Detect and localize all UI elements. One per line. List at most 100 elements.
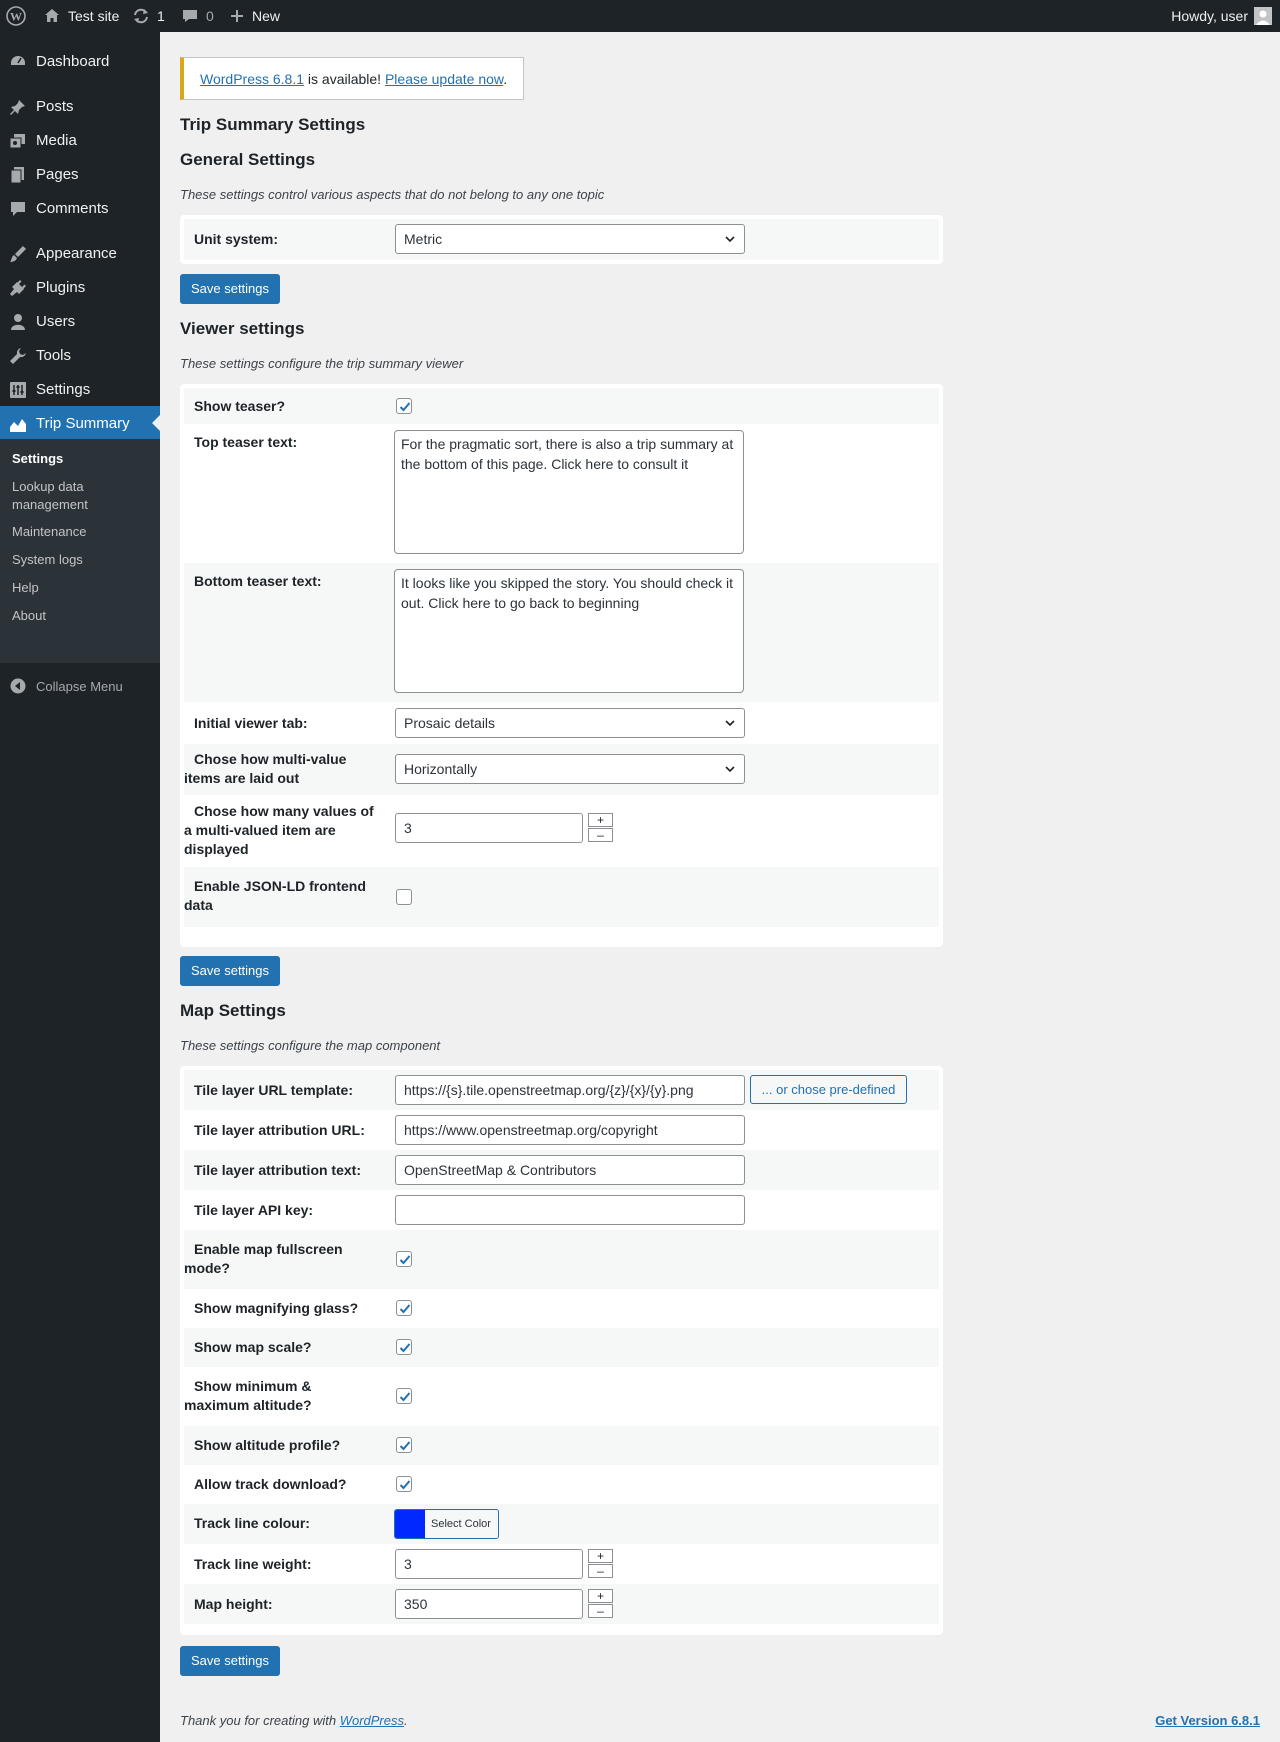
- comment-icon: [181, 7, 199, 25]
- map-scale-checkbox[interactable]: [396, 1339, 412, 1355]
- checkmark-icon: [399, 1343, 411, 1353]
- track-weight-input[interactable]: 3: [395, 1549, 583, 1579]
- chevron-down-icon: [725, 720, 735, 727]
- dashboard-icon: [11, 56, 25, 65]
- save-general-button[interactable]: Save settings: [180, 274, 280, 304]
- altitude-profile-checkbox[interactable]: [396, 1437, 412, 1453]
- layout-value: Horizontally: [404, 761, 478, 777]
- plug-icon: [10, 280, 26, 296]
- sidebar-item-settings[interactable]: Settings: [0, 372, 160, 406]
- submenu-item-about[interactable]: About: [12, 607, 152, 625]
- track-weight-spinner: + –: [588, 1549, 613, 1579]
- save-map-button[interactable]: Save settings: [180, 1646, 280, 1676]
- increment-button[interactable]: +: [588, 813, 613, 827]
- attribution-text-input[interactable]: OpenStreetMap & Contributors: [395, 1155, 745, 1185]
- sidebar-item-dashboard[interactable]: Dashboard: [0, 44, 160, 78]
- sidebar-item-users[interactable]: Users: [0, 304, 160, 338]
- sidebar-item-comments[interactable]: Comments: [0, 191, 160, 225]
- update-now-link[interactable]: Please update now: [385, 71, 503, 87]
- min-max-altitude-checkbox[interactable]: [396, 1388, 412, 1404]
- track-download-checkbox[interactable]: [396, 1476, 412, 1492]
- show-teaser-label: Show teaser?: [194, 398, 286, 414]
- sidebar-item-plugins[interactable]: Plugins: [0, 270, 160, 304]
- values-count-label: Chose how many values of a multi-valued …: [184, 803, 374, 857]
- jsonld-checkbox[interactable]: [396, 889, 412, 905]
- sidebar-item-pages[interactable]: Pages: [0, 157, 160, 191]
- sidebar-item-label: Pages: [36, 165, 79, 183]
- map-height-spinner: + –: [588, 1589, 613, 1619]
- map-height-input[interactable]: 350: [395, 1589, 583, 1619]
- sidebar-item-trip-summary[interactable]: Trip Summary: [0, 406, 160, 440]
- footer-end: .: [404, 1713, 408, 1728]
- sidebar-item-label: Plugins: [36, 278, 86, 296]
- show-teaser-checkbox[interactable]: [396, 398, 412, 414]
- tile-url-label: Tile layer URL template:: [194, 1082, 353, 1098]
- magnifying-checkbox[interactable]: [396, 1300, 412, 1316]
- show-teaser-row: Show teaser?: [184, 388, 939, 424]
- submenu-item-settings[interactable]: Settings: [12, 450, 152, 468]
- site-name-link[interactable]: Test site: [43, 0, 119, 32]
- fullscreen-checkbox[interactable]: [396, 1251, 412, 1267]
- sidebar-item-label: Dashboard: [36, 52, 110, 70]
- layout-label: Chose how multi-value items are laid out: [184, 751, 347, 786]
- attribution-url-input[interactable]: https://www.openstreetmap.org/copyright: [395, 1115, 745, 1145]
- map-height-label: Map height:: [194, 1596, 273, 1612]
- wordpress-version-link[interactable]: WordPress 6.8.1: [200, 71, 304, 87]
- submenu-item-lookup-data[interactable]: Lookup data management: [12, 478, 112, 514]
- sidebar-item-tools[interactable]: Tools: [0, 338, 160, 372]
- chevron-down-icon: [725, 766, 735, 773]
- wordpress-logo-icon[interactable]: W: [6, 0, 26, 32]
- pages-icon: [10, 167, 24, 184]
- updates-icon: [132, 7, 150, 25]
- general-settings-heading: General Settings: [180, 150, 316, 169]
- sidebar-item-posts[interactable]: Posts: [0, 89, 160, 123]
- collapse-menu-button[interactable]: Collapse Menu: [0, 672, 160, 700]
- submenu-item-maintenance[interactable]: Maintenance: [12, 523, 152, 541]
- values-count-row: Chose how many values of a multi-valued …: [184, 795, 939, 867]
- new-content-link[interactable]: New: [229, 0, 280, 32]
- initial-tab-value: Prosaic details: [404, 715, 496, 731]
- unit-system-row: Unit system: Metric: [184, 219, 939, 260]
- save-viewer-button[interactable]: Save settings: [180, 956, 280, 986]
- decrement-button[interactable]: –: [588, 1604, 613, 1618]
- comments-link[interactable]: 0: [181, 0, 214, 32]
- sidebar-item-media[interactable]: Media: [0, 123, 160, 157]
- unit-system-label: Unit system:: [194, 231, 279, 247]
- checkmark-icon: [399, 1392, 411, 1402]
- initial-tab-select[interactable]: Prosaic details: [395, 708, 745, 738]
- api-key-label: Tile layer API key:: [194, 1202, 314, 1218]
- api-key-input[interactable]: [395, 1195, 745, 1225]
- fullscreen-row: Enable map fullscreen mode?: [184, 1230, 939, 1289]
- increment-button[interactable]: +: [588, 1589, 613, 1603]
- wordpress-link[interactable]: WordPress: [340, 1713, 404, 1728]
- checkmark-icon: [399, 1480, 411, 1490]
- updates-link[interactable]: 1: [132, 0, 165, 32]
- increment-button[interactable]: +: [588, 1549, 613, 1563]
- sidebar-item-appearance[interactable]: Appearance: [0, 236, 160, 270]
- values-count-input[interactable]: 3: [395, 813, 583, 843]
- checkmark-icon: [399, 1255, 411, 1265]
- trip-summary-submenu: Settings Lookup data management Maintena…: [0, 439, 160, 663]
- submenu-item-help[interactable]: Help: [12, 579, 152, 597]
- track-colour-picker[interactable]: Select Color: [394, 1509, 499, 1539]
- collapse-label: Collapse Menu: [36, 678, 123, 694]
- unit-system-select[interactable]: Metric: [395, 224, 745, 254]
- layout-select[interactable]: Horizontally: [395, 754, 745, 784]
- decrement-button[interactable]: –: [588, 1564, 613, 1578]
- track-colour-row: Track line colour: Select Color: [184, 1504, 939, 1544]
- choose-predefined-button[interactable]: ... or chose pre-defined: [750, 1075, 907, 1104]
- unit-system-value: Metric: [404, 231, 443, 247]
- bottom-teaser-textarea[interactable]: It looks like you skipped the story. You…: [394, 569, 744, 693]
- get-version-link[interactable]: Get Version 6.8.1: [1155, 1713, 1260, 1728]
- submenu-item-system-logs[interactable]: System logs: [12, 551, 152, 569]
- top-teaser-textarea[interactable]: For the pragmatic sort, there is also a …: [394, 430, 744, 554]
- decrement-button[interactable]: –: [588, 828, 613, 842]
- viewer-settings-panel: Show teaser? Top teaser text: For the pr…: [180, 384, 943, 947]
- wrench-icon: [10, 348, 26, 364]
- chart-area-icon: [10, 419, 26, 432]
- tile-url-input[interactable]: https://{s}.tile.openstreetmap.org/{z}/{…: [395, 1075, 745, 1105]
- jsonld-label: Enable JSON-LD frontend data: [184, 878, 366, 913]
- pin-icon: [10, 100, 25, 115]
- my-account[interactable]: Howdy, user: [1171, 0, 1272, 32]
- select-color-label: Select Color: [431, 1518, 491, 1530]
